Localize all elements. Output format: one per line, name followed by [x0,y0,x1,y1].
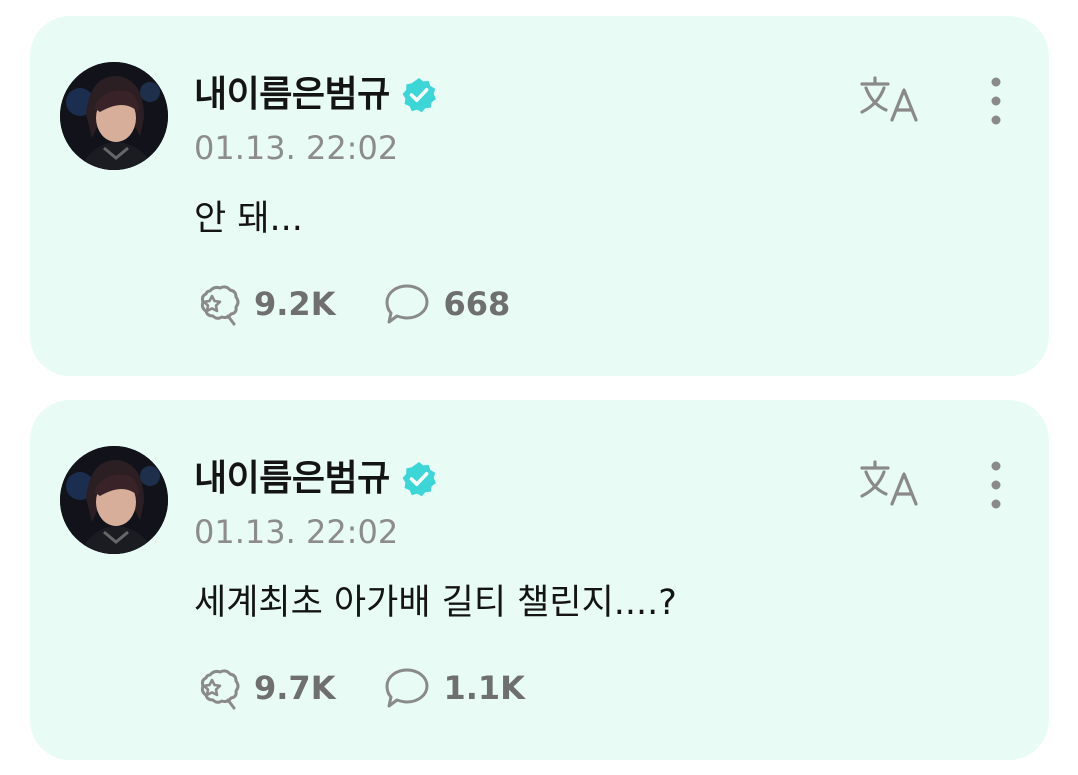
verified-badge-icon [400,76,438,114]
verified-badge-icon [400,460,438,498]
post-actions: 9.7K 1.1K [194,666,525,710]
post-text: 세계최초 아가배 길티 챌린지....? [194,583,677,623]
translate-button[interactable] [858,74,922,124]
author-row: 내이름은범규 [194,456,438,502]
more-options-button[interactable] [982,76,1010,126]
author-name[interactable]: 내이름은범규 [194,72,390,118]
post-timestamp: 01.13. 22:02 [194,129,399,167]
post-card[interactable]: 내이름은범규 01.13. 22:02 세계최초 아가배 길티 챌린지....?… [30,400,1049,760]
post-text: 안 돼... [194,199,303,239]
comment-button[interactable]: 1.1K [383,666,525,710]
cheer-button[interactable]: 9.2K [194,282,335,326]
author-row: 내이름은범규 [194,72,438,118]
cheer-count: 9.2K [254,285,336,323]
comment-bubble-icon [385,668,429,708]
cheer-button[interactable]: 9.7K [194,666,335,710]
translate-button[interactable] [858,458,922,508]
cheer-icon [200,285,240,326]
post-timestamp: 01.13. 22:02 [194,513,399,551]
comment-count: 668 [443,285,511,323]
cheer-count: 9.7K [254,669,336,707]
post-card[interactable]: 내이름은범규 01.13. 22:02 안 돼... 9.2K 668 [30,16,1049,376]
avatar[interactable] [60,446,168,554]
translate-icon [860,460,918,506]
author-name[interactable]: 내이름은범규 [194,456,390,502]
avatar[interactable] [60,62,168,170]
comment-button[interactable]: 668 [383,282,510,326]
more-options-button[interactable] [982,460,1010,510]
comment-bubble-icon [385,284,429,324]
more-vertical-icon [991,461,1001,509]
cheer-icon [200,669,240,710]
more-vertical-icon [991,77,1001,125]
post-actions: 9.2K 668 [194,282,510,326]
comment-count: 1.1K [443,669,525,707]
translate-icon [860,76,918,122]
